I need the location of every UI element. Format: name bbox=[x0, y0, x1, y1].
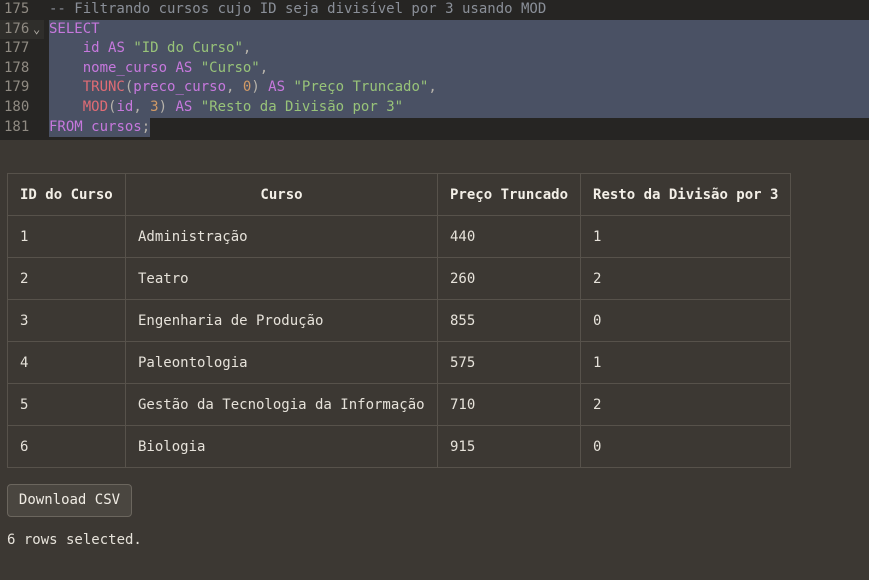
code-text: id AS "ID do Curso", bbox=[49, 39, 869, 59]
table-row: 3 Engenharia de Produção 855 0 bbox=[7, 299, 792, 342]
keyword-token: SELECT bbox=[49, 20, 100, 37]
table-header-row: ID do Curso Curso Preço Truncado Resto d… bbox=[7, 173, 792, 216]
table-cell: 2 bbox=[580, 257, 792, 300]
table-cell: 6 bbox=[7, 425, 126, 468]
code-text: FROM cursos; bbox=[49, 117, 151, 138]
punct-token: ; bbox=[141, 118, 151, 135]
line-number: 178 bbox=[4, 59, 30, 76]
table-row: 6 Biologia 915 0 bbox=[7, 425, 792, 468]
table-cell: 0 bbox=[580, 299, 792, 342]
code-line[interactable]: 180 MOD(id, 3) AS "Resto da Divisão por … bbox=[0, 98, 869, 118]
identifier-token: preco_curso bbox=[133, 79, 227, 96]
code-line[interactable]: 178 nome_curso AS "Curso", bbox=[0, 58, 869, 79]
code-line[interactable]: 177 id AS "ID do Curso", bbox=[0, 39, 869, 59]
code-text: MOD(id, 3) AS "Resto da Divisão por 3" bbox=[49, 98, 869, 118]
table-cell: 2 bbox=[580, 383, 792, 426]
line-number: 180 bbox=[4, 99, 30, 115]
punct-token: , bbox=[226, 79, 243, 96]
punct-token: , bbox=[428, 79, 437, 96]
table-row: 4 Paleontologia 575 1 bbox=[7, 341, 792, 384]
identifier-token: id bbox=[116, 99, 134, 115]
code-line[interactable]: 179 TRUNC(preco_curso, 0) AS "Preço Trun… bbox=[0, 78, 869, 98]
line-number: 179 bbox=[4, 79, 30, 96]
table-cell: 5 bbox=[7, 383, 126, 426]
keyword-token: AS bbox=[175, 99, 193, 115]
code-text: -- Filtrando cursos cujo ID seja divisív… bbox=[49, 0, 546, 20]
string-token: "ID do Curso" bbox=[133, 40, 243, 57]
line-number: 177 bbox=[4, 40, 30, 57]
table-cell: 575 bbox=[436, 341, 582, 384]
fold-chevron-icon[interactable]: ⌄ bbox=[33, 20, 40, 40]
code-text: TRUNC(preco_curso, 0) AS "Preço Truncado… bbox=[49, 78, 869, 98]
table-cell: 2 bbox=[7, 257, 126, 300]
table-cell: Paleontologia bbox=[125, 341, 438, 384]
number-token: 3 bbox=[150, 99, 159, 115]
table-cell: Teatro bbox=[125, 257, 438, 300]
keyword-token: FROM bbox=[49, 118, 83, 135]
code-line[interactable]: 175 -- Filtrando cursos cujo ID seja div… bbox=[0, 0, 869, 20]
table-cell: 855 bbox=[436, 299, 582, 342]
table-row: 2 Teatro 260 2 bbox=[7, 257, 792, 300]
comment-token: -- Filtrando cursos cujo ID seja divisív… bbox=[49, 1, 547, 17]
table-cell: 1 bbox=[7, 215, 126, 258]
line-number: 181 bbox=[4, 118, 30, 135]
table-cell: 440 bbox=[436, 215, 582, 258]
column-header[interactable]: ID do Curso bbox=[7, 173, 126, 216]
punct-token: , bbox=[133, 99, 151, 115]
table-cell: 260 bbox=[436, 257, 582, 300]
table-cell: 915 bbox=[436, 425, 582, 468]
keyword-token: AS bbox=[268, 79, 286, 96]
string-token: "Resto da Divisão por 3" bbox=[200, 99, 404, 115]
column-header[interactable]: Curso bbox=[125, 173, 438, 216]
table-cell: 1 bbox=[580, 341, 792, 384]
table-cell: 4 bbox=[7, 341, 126, 384]
table-cell: Gestão da Tecnologia da Informação bbox=[125, 383, 438, 426]
code-line[interactable]: 176 ⌄ SELECT bbox=[0, 19, 869, 40]
table-cell: 710 bbox=[436, 383, 582, 426]
table-cell: 3 bbox=[7, 299, 126, 342]
results-table: ID do Curso Curso Preço Truncado Resto d… bbox=[7, 173, 792, 468]
code-line[interactable]: 181 FROM cursos; bbox=[0, 117, 869, 138]
punct-token: ) bbox=[158, 99, 176, 115]
table-row: 5 Gestão da Tecnologia da Informação 710… bbox=[7, 383, 792, 426]
punct-token: ) bbox=[251, 79, 269, 96]
table-cell: Engenharia de Produção bbox=[125, 299, 438, 342]
table-cell: Biologia bbox=[125, 425, 438, 468]
string-token: "Curso" bbox=[200, 59, 260, 76]
function-token: TRUNC bbox=[49, 79, 125, 96]
code-text: nome_curso AS "Curso", bbox=[49, 58, 869, 79]
code-text: SELECT bbox=[49, 19, 869, 40]
string-token: "Preço Truncado" bbox=[293, 79, 429, 96]
line-number: 175 bbox=[4, 1, 30, 17]
keyword-token: AS bbox=[108, 40, 125, 57]
punct-token: , bbox=[259, 59, 269, 76]
column-header[interactable]: Resto da Divisão por 3 bbox=[580, 173, 792, 216]
table-cell: 0 bbox=[580, 425, 792, 468]
sql-editor[interactable]: 175 -- Filtrando cursos cujo ID seja div… bbox=[0, 0, 869, 140]
table-cell: Administração bbox=[125, 215, 438, 258]
table-cell: 1 bbox=[580, 215, 792, 258]
keyword-token: AS bbox=[175, 59, 193, 76]
identifier-token: id bbox=[49, 40, 109, 57]
function-token: MOD bbox=[49, 99, 109, 115]
download-csv-button[interactable]: Download CSV bbox=[7, 484, 132, 517]
column-header[interactable]: Preço Truncado bbox=[436, 173, 582, 216]
punct-token: , bbox=[242, 40, 252, 57]
table-row: 1 Administração 440 1 bbox=[7, 215, 792, 258]
status-text: 6 rows selected. bbox=[7, 532, 142, 548]
identifier-token: nome_curso bbox=[49, 59, 176, 76]
identifier-token: cursos bbox=[91, 118, 142, 135]
